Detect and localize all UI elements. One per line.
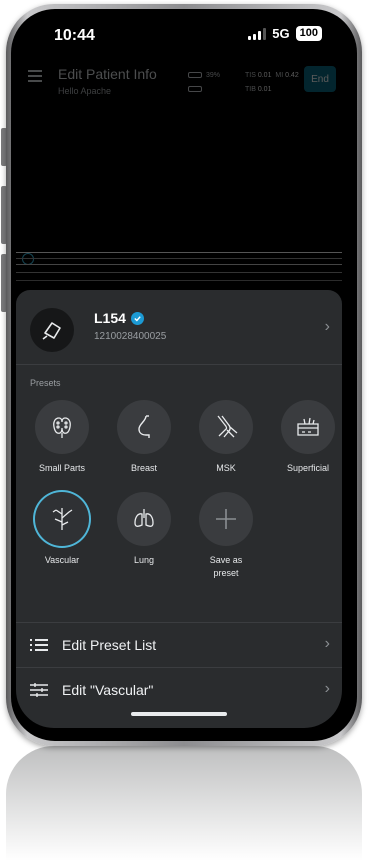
knee-joint-icon xyxy=(199,400,253,454)
probe-battery-empty xyxy=(188,86,206,93)
preset-label: MSK xyxy=(216,463,236,473)
preset-sheet: L154 1210028400025 › Presets Small Parts… xyxy=(16,290,342,728)
preset-label: Save as preset xyxy=(209,555,243,578)
probe-battery-percent: 39% xyxy=(206,72,221,79)
battery-small-icon xyxy=(188,86,202,93)
menu-icon[interactable] xyxy=(28,70,42,82)
preset-label: Lung xyxy=(133,555,155,565)
probe-battery: 39% xyxy=(188,72,220,79)
status-indicators: 5G 100 xyxy=(248,26,322,41)
thyroid-icon xyxy=(35,400,89,454)
save-as-preset-button[interactable]: Save as preset xyxy=(186,492,266,580)
preset-lung[interactable]: Lung xyxy=(104,492,184,567)
patient-name: Hello Apache xyxy=(58,86,112,96)
probe-model: L154 xyxy=(94,310,126,326)
probe-icon xyxy=(30,308,74,352)
network-label: 5G xyxy=(272,26,290,41)
mi-value: 0.42 xyxy=(285,72,299,79)
tis-value: 0.01 xyxy=(257,72,272,79)
preset-msk[interactable]: MSK xyxy=(186,400,266,475)
lungs-icon xyxy=(117,492,171,546)
battery-small-icon xyxy=(188,72,202,79)
preset-label: Vascular xyxy=(44,555,80,565)
stage: 10:44 5G 100 Edit Patient Info Hello Apa… xyxy=(0,0,372,861)
phone-reflection xyxy=(6,746,362,861)
signal-icon xyxy=(248,27,267,40)
preset-grid: Small Parts Breast MSK Superficial Vascu… xyxy=(16,400,342,620)
preset-label: Breast xyxy=(130,463,157,473)
probe-row[interactable]: L154 1210028400025 › xyxy=(16,290,342,365)
phone-frame: 10:44 5G 100 Edit Patient Info Hello Apa… xyxy=(6,4,362,746)
mi-label: MI xyxy=(275,72,284,79)
probe-name: L154 xyxy=(94,310,144,326)
preset-label: Superficial xyxy=(286,463,330,473)
probe-serial: 1210028400025 xyxy=(94,331,167,342)
edit-preset-list-label: Edit Preset List xyxy=(62,637,157,653)
chevron-right-icon: › xyxy=(324,635,330,652)
screen: 10:44 5G 100 Edit Patient Info Hello Apa… xyxy=(16,12,342,728)
tib-value: 0.01 xyxy=(257,86,272,93)
list-icon xyxy=(30,639,48,651)
preset-vascular[interactable]: Vascular xyxy=(22,492,102,567)
verified-icon xyxy=(130,311,144,325)
preset-label: Small Parts xyxy=(38,463,85,473)
tib-label: TIB xyxy=(245,86,256,93)
vessel-icon xyxy=(35,492,89,546)
status-bar: 10:44 5G 100 xyxy=(16,12,342,58)
skin-layer-icon xyxy=(281,400,335,454)
preset-breast[interactable]: Breast xyxy=(104,400,184,475)
end-exam-button[interactable]: End xyxy=(304,66,336,92)
edit-preset-list-row[interactable]: Edit Preset List › xyxy=(16,622,342,667)
chevron-right-icon: › xyxy=(324,318,330,335)
tib-readout: TIB 0.01 xyxy=(245,86,271,93)
edit-current-preset-row[interactable]: Edit "Vascular" › xyxy=(16,667,342,712)
tis-label: TIS xyxy=(245,72,256,79)
battery-icon: 100 xyxy=(295,26,322,41)
preset-superficial[interactable]: Superficial xyxy=(268,400,342,475)
app-header: Edit Patient Info Hello Apache 39% TIS 0… xyxy=(16,58,342,114)
patient-info-title[interactable]: Edit Patient Info xyxy=(58,66,157,82)
preset-small-parts[interactable]: Small Parts xyxy=(22,400,102,475)
chevron-right-icon: › xyxy=(324,680,330,697)
plus-icon xyxy=(199,492,253,546)
home-indicator[interactable] xyxy=(131,712,227,716)
breast-icon xyxy=(117,400,171,454)
edit-current-preset-label: Edit "Vascular" xyxy=(62,682,154,698)
tis-readout: TIS 0.01 MI 0.42 xyxy=(245,72,299,79)
sliders-icon xyxy=(30,683,48,697)
status-time: 10:44 xyxy=(54,27,95,44)
presets-section-label: Presets xyxy=(30,378,61,388)
scan-image-edge xyxy=(16,250,342,290)
